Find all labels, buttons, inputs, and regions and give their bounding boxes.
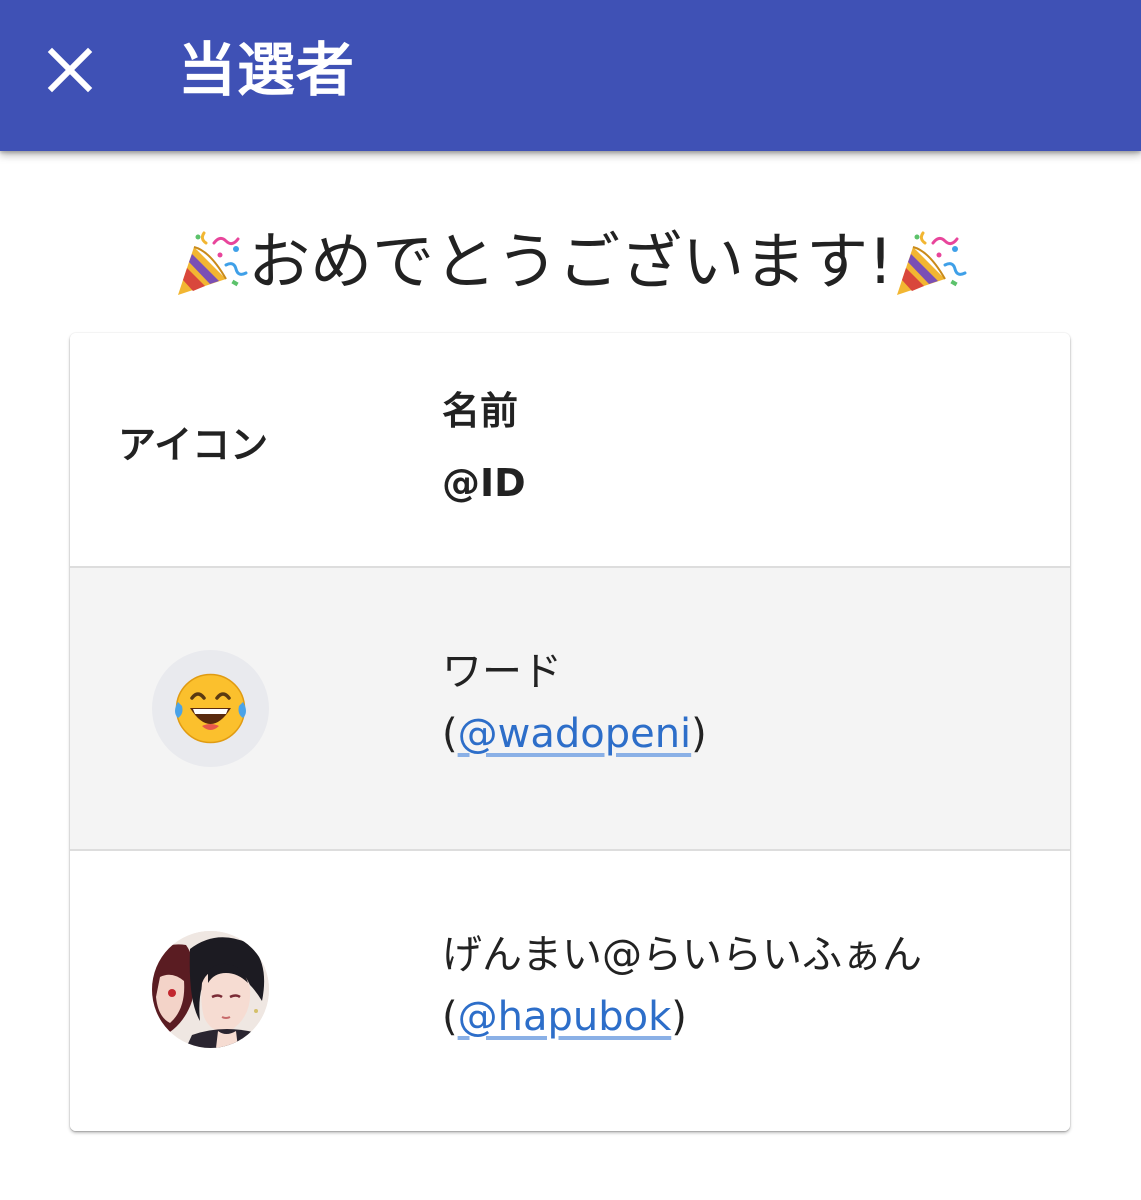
open-paren: (	[442, 711, 458, 757]
close-icon	[47, 47, 93, 93]
table-header: アイコン 名前 @ID	[70, 333, 1070, 566]
winner-id: (@wadopeni)	[442, 708, 707, 760]
page-title: 当選者	[178, 36, 356, 104]
header-name-label: 名前	[442, 389, 519, 433]
app-bar: 当選者	[0, 0, 1141, 151]
table-row: げんまい@らいらいふぁん (@hapubok)	[70, 851, 1070, 1131]
laughing-crying-emoji-icon	[175, 673, 246, 744]
winner-name: ワード	[442, 649, 562, 695]
header-id-label: @ID	[442, 461, 526, 505]
winners-table: アイコン 名前 @ID ワード (@wadopeni) げんまい@らいらいふぁん…	[70, 333, 1070, 1131]
table-row: ワード (@wadopeni)	[70, 568, 1070, 849]
close-button[interactable]	[38, 38, 102, 102]
close-paren: )	[671, 994, 687, 1040]
anime-character-avatar-icon	[152, 931, 269, 1048]
winner-handle-link[interactable]: @wadopeni	[458, 711, 692, 757]
party-popper-icon	[896, 231, 967, 295]
party-popper-icon	[178, 231, 248, 295]
congrats-text: おめでとうございます!	[248, 225, 893, 298]
winner-id: (@hapubok)	[442, 991, 687, 1043]
congrats-heading: おめでとうございます!	[0, 212, 1141, 312]
close-paren: )	[691, 711, 707, 757]
header-icon-label: アイコン	[118, 423, 269, 467]
avatar	[152, 931, 269, 1048]
avatar	[152, 650, 269, 767]
open-paren: (	[442, 994, 458, 1040]
winner-name: げんまい@らいらいふぁん	[442, 932, 922, 978]
winner-handle-link[interactable]: @hapubok	[458, 994, 672, 1040]
